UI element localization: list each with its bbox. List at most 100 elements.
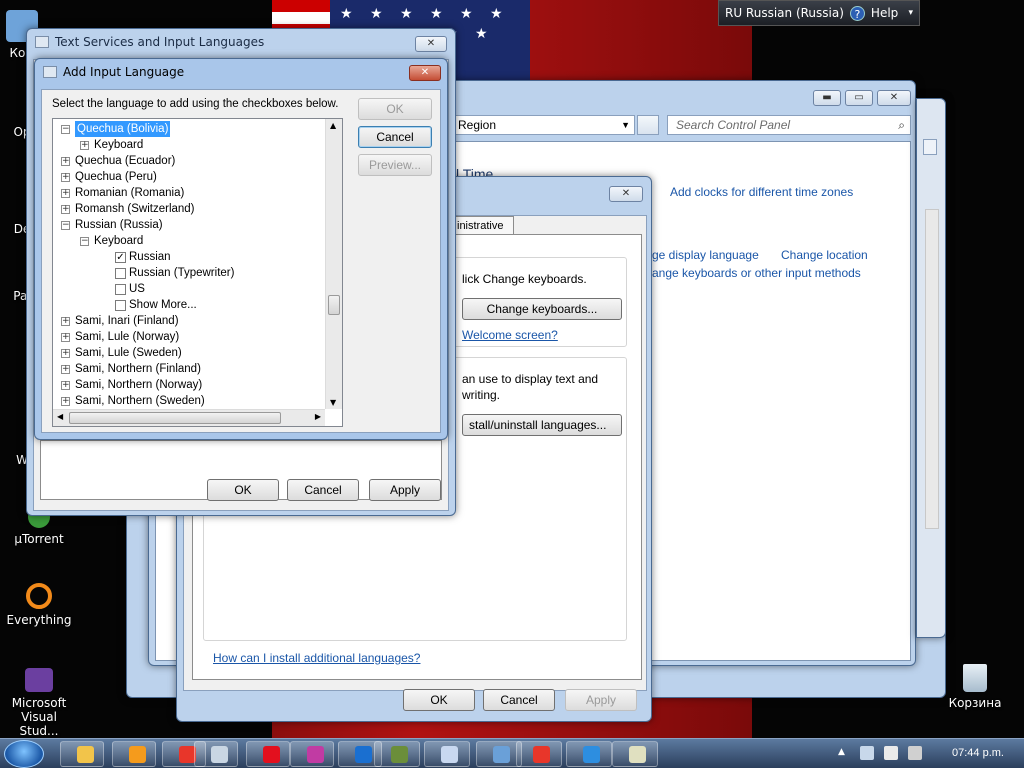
taskbar-item-opera[interactable] [246, 741, 290, 767]
langbar-options-icon[interactable]: ▾ [908, 8, 913, 18]
tree-language-item[interactable]: Quechua (Ecuador) [75, 153, 175, 169]
expand-icon[interactable]: + [61, 317, 70, 326]
scroll-down-icon[interactable]: ▼ [330, 398, 336, 407]
change-keyboards-button[interactable]: Change keyboards... [462, 298, 622, 320]
checkbox[interactable]: ✓ [115, 252, 126, 263]
scroll-up-icon[interactable]: ▲ [330, 121, 336, 130]
preview-button[interactable]: Preview... [358, 154, 432, 176]
expand-icon[interactable]: + [61, 397, 70, 406]
tree-language-item[interactable]: Sami, Lule (Sweden) [75, 345, 182, 361]
network-icon[interactable] [860, 746, 874, 760]
expand-icon[interactable]: + [61, 349, 70, 358]
scroll-right-icon[interactable]: ▶ [315, 412, 321, 421]
close-button[interactable]: ✕ [409, 65, 441, 81]
title-bar[interactable]: Text Services and Input Languages [27, 29, 455, 55]
refresh-icon[interactable] [637, 115, 659, 135]
tree-layout-item[interactable]: Russian (Typewriter) [129, 265, 234, 281]
search-input[interactable]: Search Control Panel ⌕ [667, 115, 911, 135]
cancel-button[interactable]: Cancel [483, 689, 555, 711]
taskbar-item-minecraft[interactable] [374, 741, 420, 767]
install-languages-help-link[interactable]: How can I install additional languages? [213, 651, 420, 665]
close-button[interactable]: ✕ [877, 90, 911, 106]
tree-language-item[interactable]: Quechua (Bolivia) [75, 121, 171, 137]
tree-language-item[interactable]: Sami, Northern (Sweden) [75, 393, 205, 409]
vertical-scrollbar[interactable]: ▲ ▼ [325, 119, 342, 409]
taskbar-item-ie[interactable] [566, 741, 612, 767]
ok-button[interactable]: OK [358, 98, 432, 120]
tree-language-item[interactable]: Sami, Northern (Norway) [75, 377, 202, 393]
ok-button[interactable]: OK [403, 689, 475, 711]
start-button[interactable] [4, 740, 44, 768]
minimize-button[interactable]: ▬ [813, 90, 841, 106]
language-indicator[interactable]: RU Russian (Russia) [725, 6, 844, 20]
expand-icon[interactable]: + [61, 157, 70, 166]
cancel-button[interactable]: Cancel [287, 479, 359, 501]
expand-icon[interactable]: + [61, 205, 70, 214]
search-icon[interactable] [923, 139, 937, 155]
expand-icon[interactable]: + [61, 365, 70, 374]
change-display-language-link[interactable]: ge display language [652, 248, 759, 262]
flag-icon[interactable] [884, 746, 898, 760]
search-icon[interactable]: ⌕ [898, 116, 905, 134]
taskbar-item-yandex-browser[interactable] [516, 741, 562, 767]
collapse-icon[interactable]: − [80, 237, 89, 246]
taskbar-item-dialog[interactable] [612, 741, 658, 767]
tree-language-item[interactable]: Sami, Inari (Finland) [75, 313, 179, 329]
taskbar-item-opera-dev[interactable] [290, 741, 334, 767]
collapse-icon[interactable]: − [61, 125, 70, 134]
expand-icon[interactable]: + [61, 381, 70, 390]
taskbar-item-media-player[interactable] [112, 741, 156, 767]
tree-keyboard-group[interactable]: Keyboard [94, 233, 143, 249]
clock[interactable]: 07:44 p.m. [952, 747, 1004, 759]
desktop-icon-visual-studio[interactable]: Microsoft Visual Stud... [1, 668, 77, 738]
checkbox[interactable] [115, 284, 126, 295]
tree-language-item[interactable]: Romanian (Romania) [75, 185, 184, 201]
close-button[interactable]: ✕ [609, 186, 643, 202]
scrollbar[interactable] [925, 209, 939, 529]
address-bar[interactable]: Region ▼ [449, 115, 635, 135]
desktop-icon-everything[interactable]: Everything [1, 583, 77, 627]
taskbar-item-explorer[interactable] [60, 741, 104, 767]
cancel-button[interactable]: Cancel [358, 126, 432, 148]
scroll-left-icon[interactable]: ◀ [57, 412, 63, 421]
add-clocks-link[interactable]: Add clocks for different time zones [670, 185, 853, 199]
title-bar[interactable]: Add Input Language [35, 59, 447, 85]
tree-keyboard-group[interactable]: Keyboard [94, 137, 143, 153]
close-button[interactable]: ✕ [415, 36, 447, 52]
language-tree[interactable]: − Quechua (Bolivia) + Keyboard + Quechua (Ecu… [52, 118, 343, 427]
horizontal-scrollbar[interactable]: ◀ ▶ [53, 409, 325, 426]
change-keyboards-link[interactable]: ange keyboards or other input methods [652, 266, 861, 280]
apply-button[interactable]: Apply [369, 479, 441, 501]
tree-layout-item[interactable]: Russian [129, 249, 171, 265]
tab-administrative[interactable]: inistrative [452, 216, 514, 234]
checkbox[interactable] [115, 268, 126, 279]
desktop-icon-recycle-bin[interactable]: Корзина [937, 664, 1013, 710]
tree-language-item[interactable]: Sami, Lule (Norway) [75, 329, 179, 345]
tree-language-item[interactable]: Sami, Northern (Finland) [75, 361, 201, 377]
welcome-screen-link[interactable]: Welcome screen? [462, 328, 558, 342]
tree-layout-item[interactable]: US [129, 281, 145, 297]
ok-button[interactable]: OK [207, 479, 279, 501]
tree-language-item[interactable]: Quechua (Peru) [75, 169, 157, 185]
expand-icon[interactable]: + [61, 333, 70, 342]
apply-button[interactable]: Apply [565, 689, 637, 711]
help-label[interactable]: Help [871, 6, 898, 20]
volume-icon[interactable] [908, 746, 922, 760]
tree-language-item[interactable]: Romansh (Switzerland) [75, 201, 195, 217]
install-languages-button[interactable]: stall/uninstall languages... [462, 414, 622, 436]
scroll-thumb-horizontal[interactable] [69, 412, 281, 424]
tree-layout-item[interactable]: Show More... [129, 297, 197, 313]
expand-icon[interactable]: + [61, 189, 70, 198]
language-bar[interactable]: RU Russian (Russia) ? Help ▾ [718, 0, 920, 26]
maximize-button[interactable]: ▭ [845, 90, 873, 106]
expand-icon[interactable]: + [80, 141, 89, 150]
expand-icon[interactable]: + [61, 173, 70, 182]
tray-arrow-icon[interactable]: ▲ [838, 747, 845, 757]
chevron-down-icon[interactable]: ▼ [621, 116, 630, 134]
taskbar-item-ball[interactable] [194, 741, 238, 767]
scroll-thumb[interactable] [328, 295, 340, 315]
tree-language-item[interactable]: Russian (Russia) [75, 217, 163, 233]
collapse-icon[interactable]: − [61, 221, 70, 230]
change-location-link[interactable]: Change location [781, 248, 868, 262]
taskbar-item-paint[interactable] [424, 741, 470, 767]
